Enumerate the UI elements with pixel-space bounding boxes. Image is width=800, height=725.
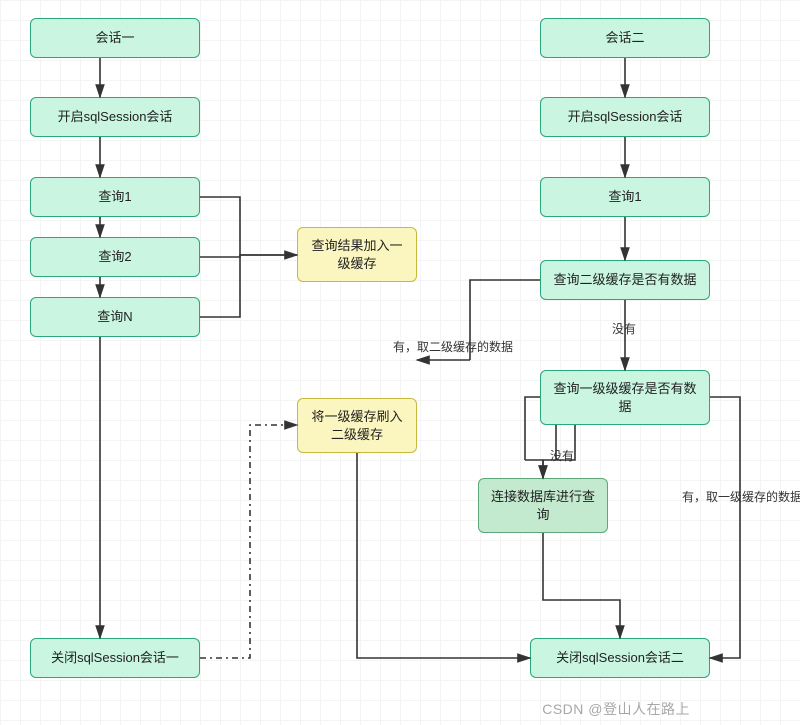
node-session-2: 会话二 xyxy=(540,18,710,58)
node-label: 查询N xyxy=(97,308,132,326)
node-label: 开启sqlSession会话 xyxy=(568,108,683,126)
node-flush-to-l2-cache: 将一级缓存刷入二级缓存 xyxy=(297,398,417,453)
edge-label-no-l1: 没有 xyxy=(550,447,574,464)
node-label: 会话一 xyxy=(95,29,134,47)
node-label: 查询1 xyxy=(608,188,641,206)
node-close-session-1: 关闭sqlSession会话一 xyxy=(30,638,200,678)
node-open-session-1: 开启sqlSession会话 xyxy=(30,97,200,137)
node-check-l2-cache: 查询二级缓存是否有数据 xyxy=(540,260,710,300)
node-label: 查询结果加入一级缓存 xyxy=(306,237,408,272)
node-close-session-2: 关闭sqlSession会话二 xyxy=(530,638,710,678)
node-label: 关闭sqlSession会话二 xyxy=(556,649,684,667)
node-label: 查询2 xyxy=(98,248,131,266)
node-session-1: 会话一 xyxy=(30,18,200,58)
node-label: 连接数据库进行查询 xyxy=(487,488,599,523)
node-check-l1-cache: 查询一级级缓存是否有数据 xyxy=(540,370,710,425)
node-label: 查询1 xyxy=(98,188,131,206)
node-query-1b: 查询1 xyxy=(540,177,710,217)
edge-label-no-l2: 没有 xyxy=(612,320,636,337)
node-query-n: 查询N xyxy=(30,297,200,337)
node-label: 关闭sqlSession会话一 xyxy=(51,649,179,667)
edge-label-has-l2: 有，取二级缓存的数据 xyxy=(393,338,513,355)
node-label: 会话二 xyxy=(605,29,644,47)
node-query-1: 查询1 xyxy=(30,177,200,217)
node-open-session-2: 开启sqlSession会话 xyxy=(540,97,710,137)
node-label: 查询一级级缓存是否有数据 xyxy=(549,380,701,415)
node-label: 开启sqlSession会话 xyxy=(58,108,173,126)
watermark: CSDN @登山人在路上 xyxy=(542,699,690,719)
node-label: 将一级缓存刷入二级缓存 xyxy=(306,408,408,443)
node-result-to-l1-cache: 查询结果加入一级缓存 xyxy=(297,227,417,282)
node-label: 查询二级缓存是否有数据 xyxy=(553,271,696,289)
node-query-2: 查询2 xyxy=(30,237,200,277)
node-connect-db-query: 连接数据库进行查询 xyxy=(478,478,608,533)
edge-label-has-l1: 有，取一级缓存的数据 xyxy=(682,488,800,505)
